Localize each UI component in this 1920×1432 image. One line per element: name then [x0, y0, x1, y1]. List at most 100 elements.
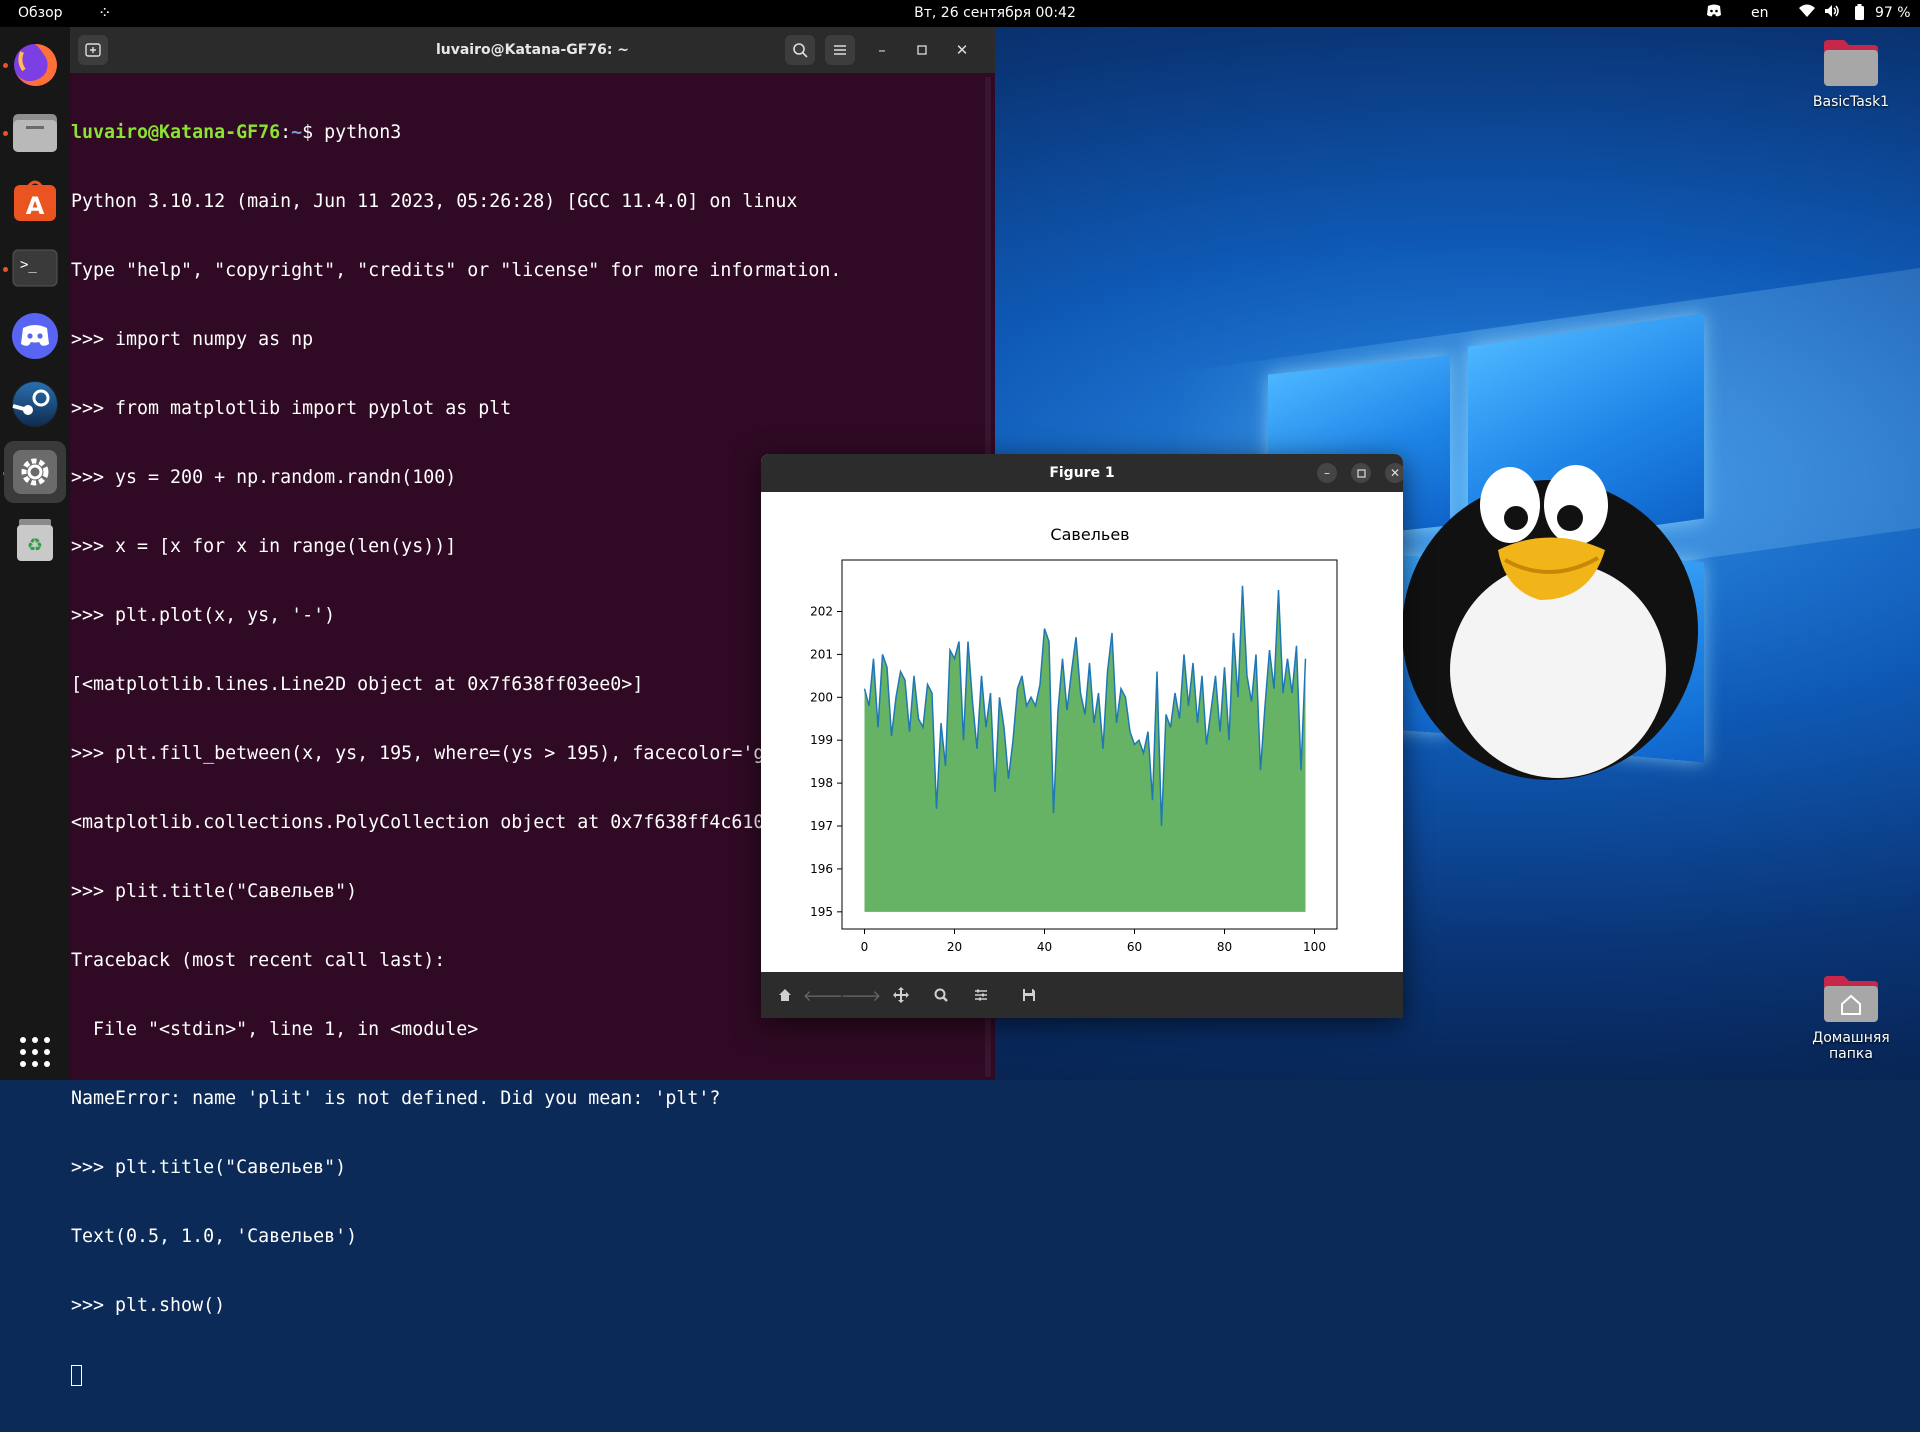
maximize-icon: [1356, 468, 1366, 478]
terminal-line: File "<stdin>", line 1, in <module>: [71, 1019, 479, 1040]
battery-icon[interactable]: [1855, 4, 1864, 24]
figure-title: Figure 1: [1049, 465, 1115, 481]
steam-icon[interactable]: [10, 379, 60, 429]
terminal-line: >>> plt.title("Савельев"): [71, 1157, 347, 1178]
terminal-icon[interactable]: >_: [10, 243, 60, 293]
x-tick-label: 60: [1127, 940, 1142, 954]
minimize-button[interactable]: –: [867, 35, 897, 65]
x-tick-label: 100: [1303, 940, 1326, 954]
text-cursor: [71, 1364, 82, 1386]
y-tick-label: 196: [810, 862, 833, 876]
clock[interactable]: Вт, 26 сентября 00:42: [0, 5, 1920, 21]
y-tick-label: 198: [810, 776, 833, 790]
terminal-line: >>> from matplotlib import pyplot as plt: [71, 398, 512, 419]
maximize-icon: [917, 45, 927, 55]
figure-window[interactable]: Figure 1 – ✕ 0 20 40 60 80 100 195 196 197 198 199…: [761, 454, 1403, 1018]
home-button[interactable]: [773, 984, 797, 1006]
minimize-icon: –: [1324, 466, 1330, 480]
pan-icon: [893, 987, 909, 1003]
maximize-button[interactable]: [907, 35, 937, 65]
prompt-line: luvairo@Katana-GF76:~$ python3: [71, 121, 991, 144]
home-folder-icon: [1822, 974, 1880, 1024]
terminal-line: Text(0.5, 1.0, 'Савельев'): [71, 1226, 358, 1247]
hamburger-icon: [834, 45, 846, 55]
svg-text:♻: ♻: [27, 535, 43, 556]
keyboard-layout-indicator[interactable]: en: [1751, 5, 1769, 21]
prompt-command: $ python3: [302, 122, 402, 143]
y-tick-label: 197: [810, 819, 833, 833]
x-tick-label: 0: [861, 940, 869, 954]
minimize-icon: –: [878, 41, 886, 59]
home-icon: [779, 989, 791, 1001]
figure-toolbar: 🡐 🡒: [761, 972, 1403, 1018]
firefox-icon[interactable]: [10, 40, 60, 90]
desktop-icon-label: Домашняя папка: [1812, 1030, 1890, 1062]
close-icon: ✕: [1389, 466, 1401, 480]
running-indicator: [3, 63, 8, 68]
terminal-title: luvairo@Katana-GF76: ~: [435, 42, 630, 58]
trash-icon[interactable]: ♻: [10, 515, 60, 565]
cursor-line: [71, 1363, 991, 1386]
menu-button[interactable]: [825, 35, 855, 65]
prompt-user: luvairo@Katana-GF76: [71, 122, 281, 143]
terminal-line: NameError: name 'plit' is not defined. D…: [71, 1088, 721, 1109]
svg-text:A: A: [26, 192, 45, 220]
search-icon: [793, 43, 808, 58]
figure-minimize-button[interactable]: –: [1317, 463, 1337, 483]
terminal-line: Python 3.10.12 (main, Jun 11 2023, 05:26…: [71, 191, 798, 212]
dock: A >_ ♻: [0, 27, 70, 1080]
search-button[interactable]: [785, 35, 815, 65]
wifi-icon[interactable]: [1799, 4, 1815, 22]
settings-icon[interactable]: [10, 447, 60, 497]
desktop-folder-basictask1[interactable]: BasicTask1: [1791, 38, 1911, 110]
fill-area: [864, 585, 1306, 912]
x-tick-label: 80: [1217, 940, 1232, 954]
x-tick-label: 20: [947, 940, 962, 954]
y-tick-label: 199: [810, 733, 833, 747]
zoom-button[interactable]: [929, 984, 953, 1006]
terminal-line: Type "help", "copyright", "credits" or "…: [71, 260, 842, 281]
figure-header-bar[interactable]: Figure 1 – ✕: [761, 454, 1403, 492]
show-apps-icon[interactable]: [10, 1027, 60, 1077]
terminal-line: >>> import numpy as np: [71, 329, 314, 350]
back-icon: 🡐: [802, 986, 844, 1005]
chart-title: Савельев: [1050, 525, 1129, 544]
plot-canvas[interactable]: 0 20 40 60 80 100 195 196 197 198 199 200 201 202 Сав…: [761, 492, 1403, 972]
tux-penguin-image: [1402, 465, 1698, 780]
y-tick-label: 195: [810, 905, 833, 919]
forward-button[interactable]: 🡒: [841, 984, 881, 1006]
files-icon[interactable]: [10, 107, 60, 157]
desktop-icon-label: BasicTask1: [1812, 94, 1890, 110]
terminal-line: >>> plt.show(): [71, 1295, 226, 1316]
volume-icon[interactable]: [1824, 4, 1840, 22]
figure-maximize-button[interactable]: [1351, 463, 1371, 483]
configure-button[interactable]: [969, 984, 993, 1006]
folder-icon: [1822, 38, 1880, 88]
forward-icon: 🡒: [840, 986, 882, 1005]
zoom-icon: [934, 988, 948, 1002]
y-tick-label: 202: [810, 604, 833, 618]
configure-icon: [975, 989, 987, 1001]
close-button[interactable]: ✕: [947, 35, 977, 65]
discord-icon[interactable]: [10, 311, 60, 361]
close-icon: ✕: [955, 41, 969, 59]
save-icon: [1023, 989, 1035, 1001]
figure-close-button[interactable]: ✕: [1385, 463, 1403, 483]
running-indicator: [3, 131, 8, 136]
prompt-path: ~: [291, 122, 303, 143]
running-indicator: [3, 267, 8, 272]
top-bar: Обзор ⁘ Вт, 26 сентября 00:42 en 97 %: [0, 0, 1920, 27]
battery-percentage[interactable]: 97 %: [1875, 5, 1911, 21]
y-tick-label: 201: [810, 647, 833, 661]
terminal-header-bar[interactable]: luvairo@Katana-GF76: ~ – ✕: [70, 27, 995, 73]
x-tick-label: 40: [1037, 940, 1052, 954]
prompt-separator: :: [280, 122, 292, 143]
app-center-icon[interactable]: A: [10, 175, 60, 225]
save-button[interactable]: [1017, 984, 1041, 1006]
back-button[interactable]: 🡐: [803, 984, 843, 1006]
svg-text:>_: >_: [20, 257, 37, 273]
desktop-folder-home[interactable]: Домашняя папка: [1791, 974, 1911, 1062]
y-tick-label: 200: [810, 690, 833, 704]
pan-button[interactable]: [889, 984, 913, 1006]
discord-tray-icon[interactable]: [1706, 4, 1722, 22]
